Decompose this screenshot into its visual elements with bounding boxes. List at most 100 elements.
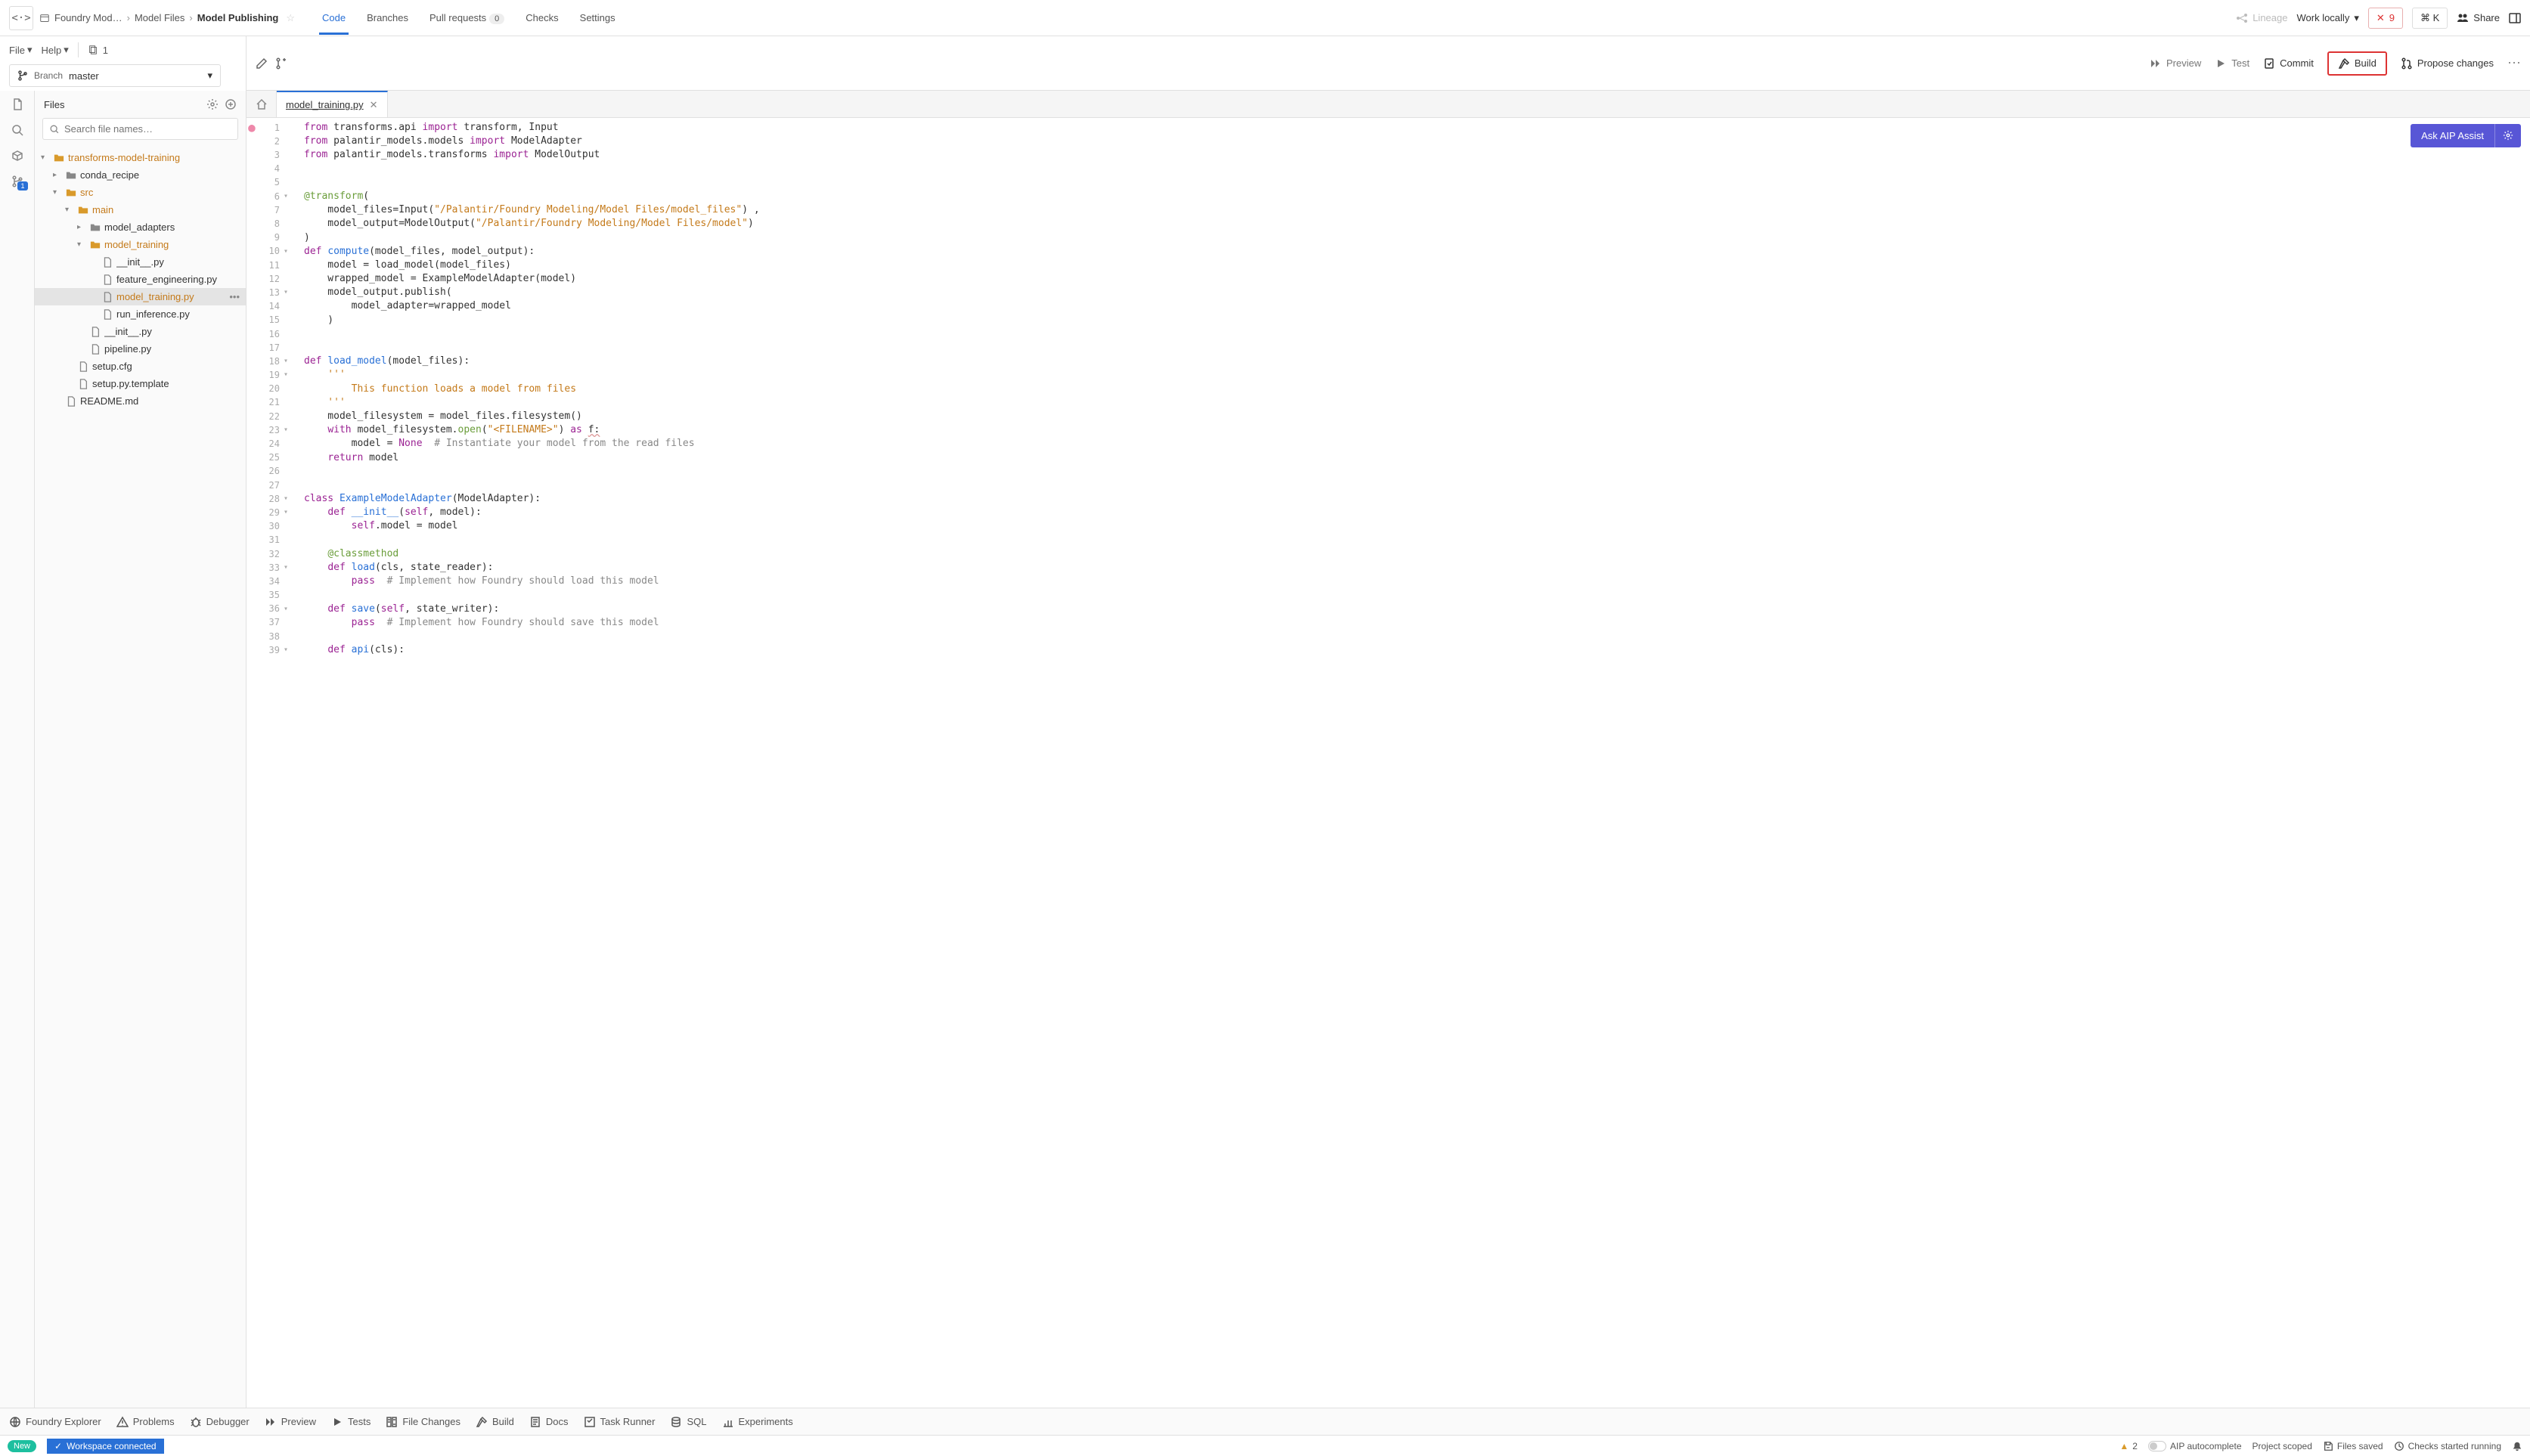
code-line[interactable] — [304, 465, 2530, 479]
tree-item[interactable]: ▾model_training — [35, 236, 246, 253]
warnings-count[interactable]: ▲ 2 — [2119, 1441, 2138, 1451]
code-line[interactable]: model_adapter=wrapped_model — [304, 299, 2530, 313]
code-line[interactable]: def compute(model_files, model_output): — [304, 245, 2530, 259]
fold-icon[interactable]: ▾ — [280, 604, 292, 615]
tree-item[interactable]: __init__.py — [35, 323, 246, 340]
test-button[interactable]: Test — [2215, 57, 2249, 70]
tree-item[interactable]: model_training.py••• — [35, 288, 246, 305]
fold-icon[interactable]: ▾ — [280, 191, 292, 202]
fold-icon[interactable]: ▾ — [280, 370, 292, 380]
code-line[interactable] — [304, 163, 2530, 176]
tree-item[interactable]: pipeline.py — [35, 340, 246, 358]
preview-button[interactable]: Preview — [2150, 57, 2201, 70]
rail-search-icon[interactable] — [11, 124, 23, 136]
bottom-btn-foundry-explorer[interactable]: Foundry Explorer — [9, 1416, 101, 1428]
fold-icon[interactable]: ▾ — [280, 494, 292, 504]
tree-item[interactable]: feature_engineering.py — [35, 271, 246, 288]
file-search-input[interactable] — [64, 123, 231, 135]
code-line[interactable] — [304, 588, 2530, 602]
tree-item[interactable]: ▸conda_recipe — [35, 166, 246, 184]
tab-code[interactable]: Code — [319, 2, 349, 35]
code-line[interactable]: model_files=Input("/Palantir/Foundry Mod… — [304, 203, 2530, 217]
code-line[interactable]: pass # Implement how Foundry should save… — [304, 616, 2530, 630]
build-button[interactable]: Build — [2327, 51, 2387, 76]
help-menu[interactable]: Help ▾ — [41, 44, 68, 56]
code-line[interactable] — [304, 534, 2530, 547]
code-line[interactable]: ''' — [304, 368, 2530, 382]
code-line[interactable]: ) — [304, 231, 2530, 245]
aip-assist-button[interactable]: Ask AIP Assist — [2411, 124, 2494, 147]
new-branch-icon[interactable] — [275, 57, 287, 70]
breadcrumb-current[interactable]: Model Publishing — [197, 12, 279, 23]
tree-item[interactable]: setup.py.template — [35, 375, 246, 392]
fold-icon[interactable]: ▾ — [280, 645, 292, 655]
star-icon[interactable]: ☆ — [286, 12, 295, 24]
fold-icon[interactable]: ▾ — [280, 425, 292, 435]
workspace-connected[interactable]: ✓ Workspace connected — [47, 1439, 164, 1454]
bottom-btn-debugger[interactable]: Debugger — [190, 1416, 250, 1428]
edit-icon[interactable] — [256, 57, 268, 70]
tree-item[interactable]: __init__.py — [35, 253, 246, 271]
breadcrumb-item[interactable]: Model Files — [135, 12, 184, 23]
code-line[interactable]: model_output.publish( — [304, 286, 2530, 299]
rail-package-icon[interactable] — [11, 150, 23, 162]
tab-checks[interactable]: Checks — [522, 2, 561, 35]
code-line[interactable]: return model — [304, 451, 2530, 465]
code-line[interactable] — [304, 630, 2530, 643]
file-menu[interactable]: File ▾ — [9, 44, 32, 56]
code-line[interactable]: def api(cls): — [304, 643, 2530, 657]
code-editor[interactable]: ●123456▾78910▾111213▾1415161718▾19▾20212… — [246, 118, 2530, 1408]
code-line[interactable] — [304, 341, 2530, 355]
code-line[interactable]: This function loads a model from files — [304, 383, 2530, 396]
errors-button[interactable]: ✕ 9 — [2368, 8, 2403, 29]
chevron-icon[interactable]: ▾ — [53, 188, 62, 197]
files-saved[interactable]: Files saved — [2323, 1441, 2383, 1451]
file-search[interactable] — [42, 118, 238, 140]
breadcrumb-item[interactable]: Foundry Mod… — [54, 12, 122, 23]
code-line[interactable]: self.model = model — [304, 519, 2530, 533]
tab-branches[interactable]: Branches — [364, 2, 411, 35]
add-icon[interactable] — [225, 98, 237, 110]
chevron-icon[interactable]: ▾ — [65, 206, 74, 214]
bell-icon[interactable] — [2512, 1441, 2522, 1451]
new-badge[interactable]: New — [8, 1440, 36, 1452]
home-tab[interactable] — [246, 91, 277, 117]
code-line[interactable]: from palantir_models.transforms import M… — [304, 148, 2530, 162]
chevron-icon[interactable]: ▸ — [53, 171, 62, 179]
bottom-btn-sql[interactable]: SQL — [670, 1416, 706, 1428]
code-line[interactable]: ) — [304, 314, 2530, 327]
share-button[interactable]: Share — [2457, 12, 2500, 24]
fold-icon[interactable]: ▾ — [280, 356, 292, 367]
lineage-button[interactable]: Lineage — [2236, 12, 2287, 24]
chevron-icon[interactable]: ▾ — [41, 153, 50, 162]
aip-autocomplete-toggle[interactable]: AIP autocomplete — [2148, 1441, 2242, 1451]
bottom-btn-experiments[interactable]: Experiments — [722, 1416, 793, 1428]
bottom-btn-docs[interactable]: Docs — [529, 1416, 569, 1428]
tree-item[interactable]: README.md — [35, 392, 246, 410]
code-line[interactable]: wrapped_model = ExampleModelAdapter(mode… — [304, 272, 2530, 286]
more-icon[interactable]: ⋯ — [2507, 55, 2521, 71]
checks-status[interactable]: Checks started running — [2394, 1441, 2501, 1451]
code-line[interactable]: with model_filesystem.open("<FILENAME>")… — [304, 423, 2530, 437]
more-icon[interactable]: ••• — [229, 291, 240, 302]
code-line[interactable]: ''' — [304, 396, 2530, 410]
fold-icon[interactable]: ▾ — [280, 246, 292, 257]
chevron-icon[interactable]: ▸ — [77, 223, 86, 231]
code-line[interactable]: from palantir_models.models import Model… — [304, 135, 2530, 148]
code-line[interactable]: model_output=ModelOutput("/Palantir/Foun… — [304, 217, 2530, 231]
panel-toggle-icon[interactable] — [2509, 12, 2521, 24]
app-icon[interactable]: <·> — [9, 6, 33, 30]
aip-gear-icon[interactable] — [2494, 124, 2521, 147]
tab-settings[interactable]: Settings — [577, 2, 619, 35]
bottom-btn-preview[interactable]: Preview — [265, 1416, 316, 1428]
files-count[interactable]: 1 — [88, 45, 108, 56]
code-line[interactable] — [304, 479, 2530, 492]
bottom-btn-task-runner[interactable]: Task Runner — [584, 1416, 656, 1428]
code-line[interactable]: pass # Implement how Foundry should load… — [304, 575, 2530, 588]
fold-icon[interactable]: ▾ — [280, 562, 292, 573]
close-tab-icon[interactable]: ✕ — [370, 99, 378, 111]
fold-icon[interactable]: ▾ — [280, 287, 292, 298]
editor-tab[interactable]: model_training.py ✕ — [277, 91, 388, 117]
code-line[interactable]: def save(self, state_writer): — [304, 603, 2530, 616]
tree-item[interactable]: ▾transforms-model-training — [35, 149, 246, 166]
